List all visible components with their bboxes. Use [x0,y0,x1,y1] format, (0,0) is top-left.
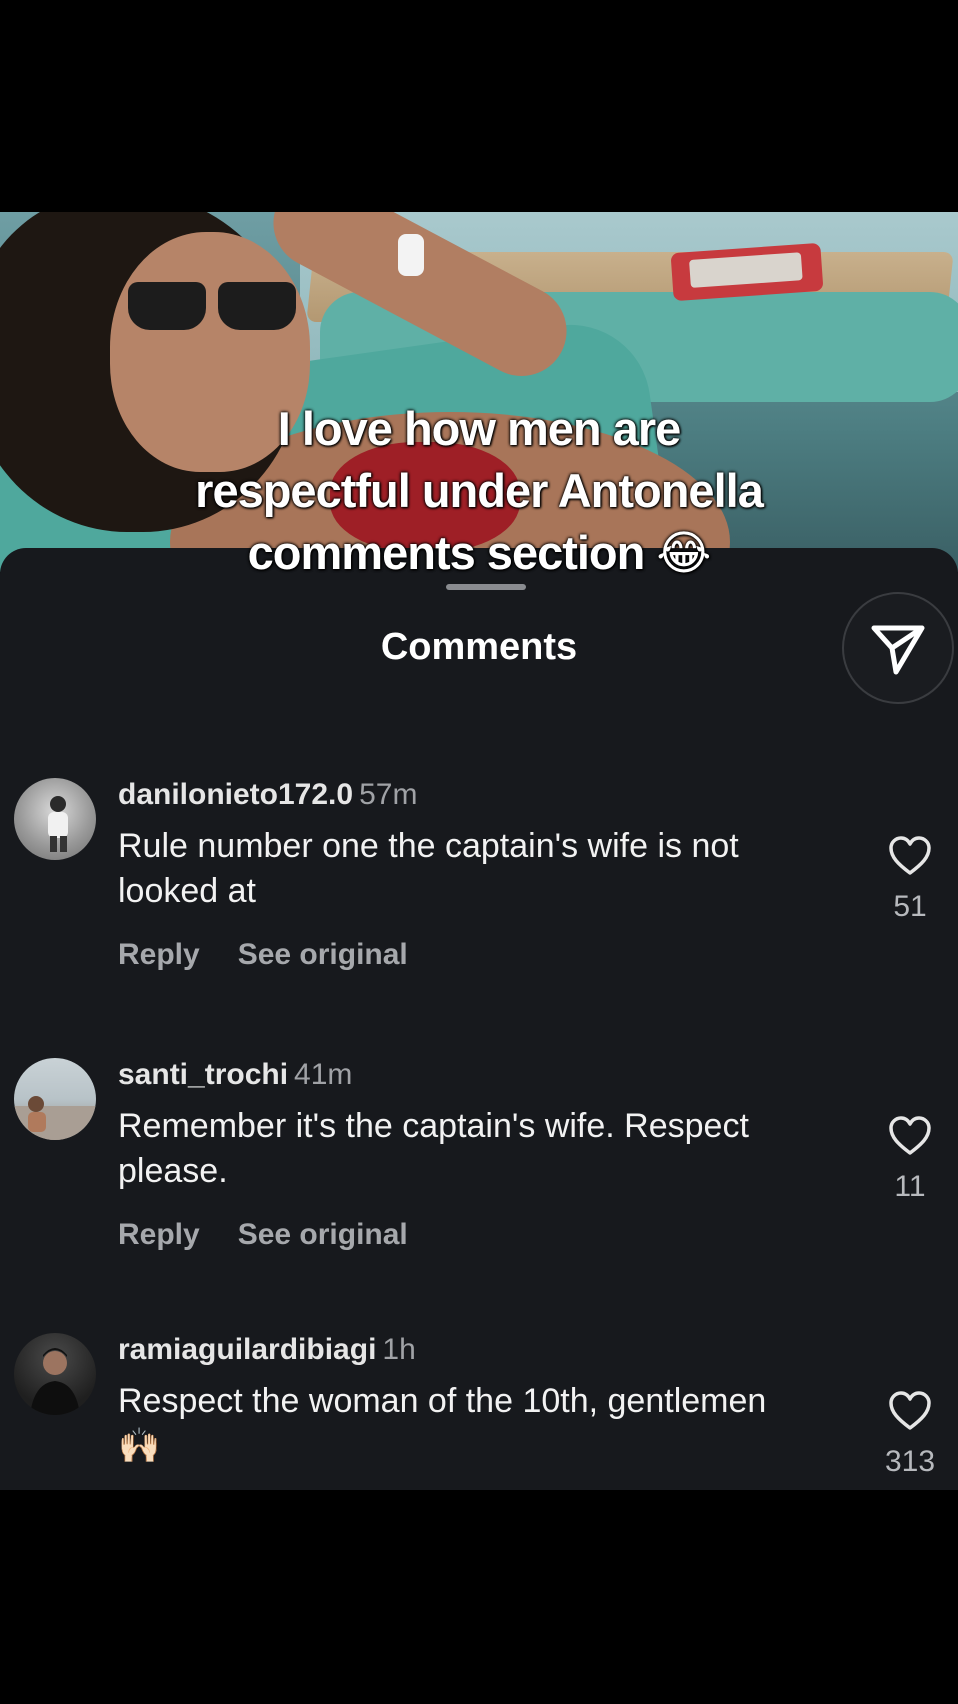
avatar[interactable] [14,1333,96,1415]
comment-text: Rule number one the captain's wife is no… [118,827,739,910]
see-original-button[interactable]: See original [238,938,408,971]
drag-handle[interactable] [446,584,526,590]
comment-time: 41m [294,1058,353,1091]
caption-line-1: I love how men are [277,402,682,455]
comment-username[interactable]: danilonieto172.0 57m [118,778,417,812]
like-count: 51 [893,890,927,923]
comments-sheet: Comments danilonieto172.0 57m Rule number… [0,548,958,1490]
like-count: 11 [894,1170,926,1203]
sheet-title: Comments [380,626,578,668]
heart-icon [889,1391,931,1430]
top-black-bar [0,0,958,212]
caption-line-3: comments section 😂 [247,526,712,579]
reply-button[interactable]: Reply [118,1218,200,1251]
comment-time: 1h [382,1333,416,1366]
comment-username[interactable]: santi_trochi 41m [118,1058,352,1092]
comment-actions: Reply See original [118,938,446,972]
sunglasses [128,282,298,330]
video-caption: I love how men are respectful under Anto… [0,398,958,584]
avatar[interactable] [14,1058,96,1140]
like-count: 313 [884,1445,936,1478]
bottom-black-bar [0,1490,958,1704]
comment-text: Respect the woman of the 10th, gentlemen… [118,1382,767,1465]
like-button[interactable]: 11 [880,1116,940,1204]
comment-time: 57m [359,778,418,811]
avatar[interactable] [14,778,96,860]
heart-icon [889,836,931,875]
like-button[interactable]: 313 [880,1391,940,1479]
comment-username[interactable]: ramiaguilardibiagi 1h [118,1333,416,1367]
comment-actions: Reply See original [118,1218,446,1252]
share-button[interactable] [842,592,954,704]
like-button[interactable]: 51 [880,836,940,924]
caption-line-2: respectful under Antonella [195,464,764,517]
send-icon [871,625,925,675]
see-original-button[interactable]: See original [238,1218,408,1251]
reply-button[interactable]: Reply [118,938,200,971]
comment-text: Remember it's the captain's wife. Respec… [118,1107,749,1190]
heart-icon [889,1116,931,1155]
